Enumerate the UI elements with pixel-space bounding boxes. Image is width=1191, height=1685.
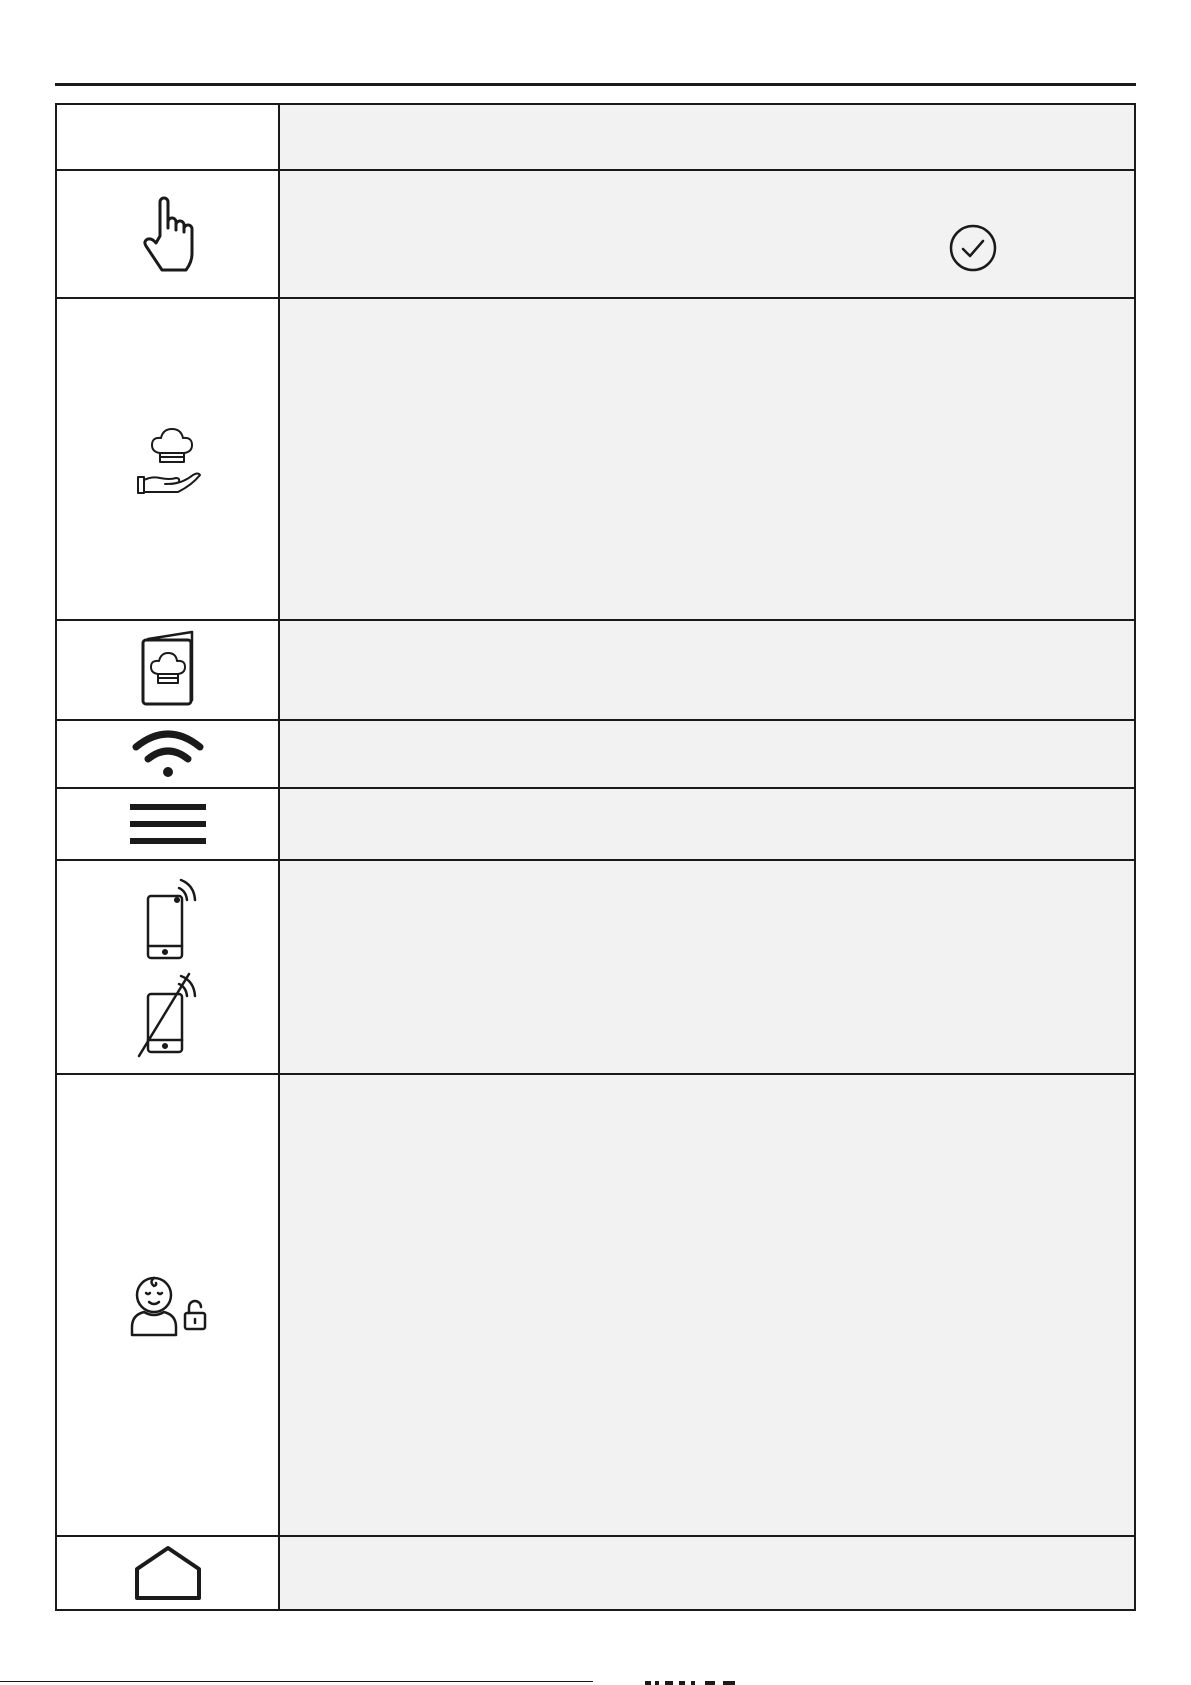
- table-row: [57, 619, 1134, 719]
- smartphone-remote-description: [280, 861, 1134, 1073]
- touch-hand-icon: [138, 194, 198, 274]
- header-icon-cell: [57, 105, 278, 169]
- touch-description: [280, 171, 1134, 297]
- recipe-book-icon: [138, 630, 198, 710]
- header-text-cell: [280, 105, 1134, 169]
- menu-description: [280, 789, 1134, 859]
- recipe-book-description: [280, 621, 1134, 719]
- smartphone-remote-off-icon: [133, 970, 203, 1058]
- footer-marks: [645, 1680, 755, 1685]
- table-row: [57, 719, 1134, 787]
- header-rule: [55, 83, 1136, 86]
- table-row: [57, 169, 1134, 297]
- chef-hat-description: [280, 299, 1134, 619]
- table-row: [57, 787, 1134, 859]
- table-row: [57, 1073, 1134, 1535]
- wifi-icon: [130, 727, 206, 781]
- table-row: [57, 1535, 1134, 1609]
- check-circle-icon: [948, 223, 998, 273]
- menu-icon: [129, 802, 206, 846]
- child-lock-icon: [126, 1273, 210, 1337]
- home-description: [280, 1537, 1134, 1609]
- smartphone-remote-icon: [133, 876, 203, 962]
- table-row: [57, 297, 1134, 619]
- table-row: [57, 859, 1134, 1073]
- symbol-table: [55, 103, 1136, 1611]
- home-icon: [133, 1545, 203, 1601]
- wifi-description: [280, 721, 1134, 787]
- footer-rule: [0, 1681, 593, 1682]
- chef-hat-hand-icon: [128, 419, 208, 499]
- child-lock-description: [280, 1075, 1134, 1535]
- table-header-row: [57, 105, 1134, 169]
